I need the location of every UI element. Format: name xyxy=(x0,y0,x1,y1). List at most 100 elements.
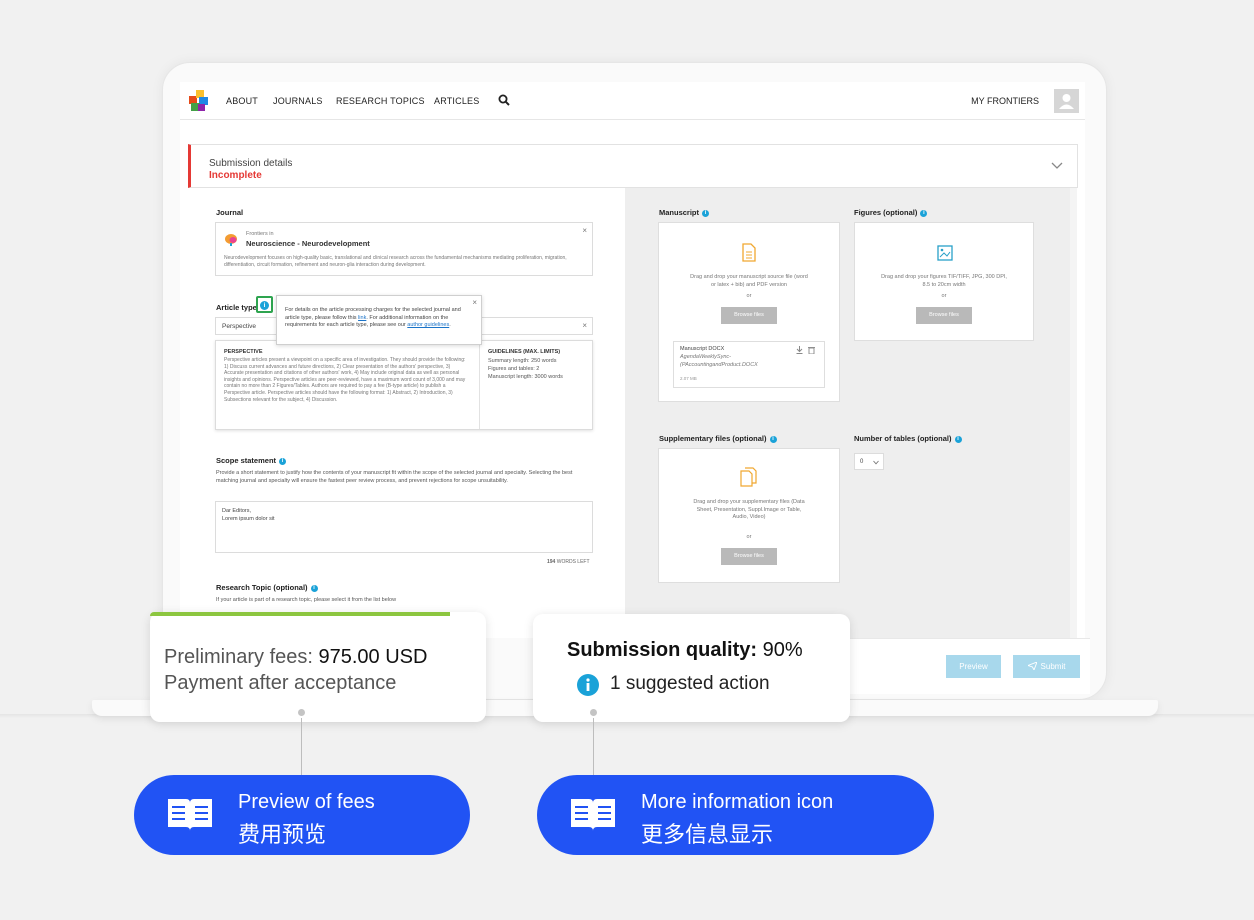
nav-journals[interactable]: JOURNALS xyxy=(273,96,323,106)
figures-browse-button[interactable]: Browse files xyxy=(916,307,972,324)
tooltip-text-part: . xyxy=(449,322,451,328)
tables-value: 0 xyxy=(860,459,864,465)
tooltip-text: For details on the article processing ch… xyxy=(285,307,475,330)
files-icon xyxy=(740,467,757,487)
journal-description: Neurodevelopment focuses on high-quality… xyxy=(224,255,567,268)
info-icon[interactable]: i xyxy=(279,458,287,465)
info-icon[interactable] xyxy=(577,674,599,696)
scope-line2: Lorem ipsum dolor sit xyxy=(222,516,275,522)
info-icon[interactable]: i xyxy=(920,210,928,217)
pill-subtitle: 费用预览 xyxy=(238,823,327,848)
label-pill-info: More information icon 更多信息显示 xyxy=(537,775,934,855)
supplementary-drop-text: Drag and drop your supplementary files (… xyxy=(693,499,805,520)
words-left-count: 194 xyxy=(547,559,556,565)
submission-details-header[interactable]: Submission details Incomplete xyxy=(188,144,1078,188)
book-icon xyxy=(571,799,615,831)
perspective-title: PERSPECTIVE xyxy=(224,349,263,355)
label-pill-fees: Preview of fees 费用预览 xyxy=(134,775,470,855)
nav-articles[interactable]: ARTICLES xyxy=(434,96,479,106)
figures-drop-text: Drag and drop your figures TIF/TIFF, JPG… xyxy=(881,274,1007,288)
tooltip-guidelines-link[interactable]: author guidelines xyxy=(407,322,449,328)
top-nav: ABOUT JOURNALS RESEARCH TOPICS ARTICLES … xyxy=(180,82,1085,120)
avatar[interactable] xyxy=(1054,89,1079,113)
screen: ABOUT JOURNALS RESEARCH TOPICS ARTICLES … xyxy=(180,82,1085,638)
frontiers-logo[interactable] xyxy=(189,90,209,112)
supplementary-label: Supplementary files (optional) i xyxy=(659,434,777,443)
nav-research-topics[interactable]: RESEARCH TOPICS xyxy=(336,96,425,106)
fees-row: Preliminary fees: 975.00 USD xyxy=(164,646,427,669)
search-icon[interactable] xyxy=(498,94,510,106)
figures-dropzone[interactable]: Drag and drop your figures TIF/TIFF, JPG… xyxy=(854,222,1034,341)
figures-label-text: Figures (optional) xyxy=(854,208,918,217)
fees-amount: 975.00 USD xyxy=(318,646,428,668)
words-left: 194 WORDS LEFT xyxy=(547,559,590,565)
pill-subtitle: 更多信息显示 xyxy=(641,823,774,848)
nav-about[interactable]: ABOUT xyxy=(226,96,258,106)
preview-button[interactable]: Preview xyxy=(946,655,1001,678)
tables-label-text: Number of tables (optional) xyxy=(854,434,952,443)
info-icon[interactable]: i xyxy=(702,210,710,217)
download-icon[interactable] xyxy=(796,346,803,354)
nav-my-frontiers[interactable]: MY FRONTIERS xyxy=(971,96,1039,106)
pill-title: Preview of fees xyxy=(238,791,375,813)
submit-button[interactable]: Submit xyxy=(1013,655,1080,678)
guideline-figures: Figures and tables: 2 xyxy=(488,366,540,372)
supplementary-browse-button[interactable]: Browse files xyxy=(721,548,777,565)
send-icon xyxy=(1026,661,1038,672)
scope-label: Scope statement i xyxy=(216,456,287,465)
guideline-manuscript: Manuscript length: 3000 words xyxy=(488,374,563,380)
supplementary-or: or xyxy=(746,534,752,540)
manuscript-or: or xyxy=(746,293,752,299)
file-size: 2.07 MB xyxy=(680,376,697,381)
image-icon xyxy=(937,245,953,261)
tables-select[interactable]: 0 xyxy=(854,453,884,470)
manuscript-dropzone[interactable]: Drag and drop your manuscript source fil… xyxy=(658,222,840,402)
info-icon[interactable]: i xyxy=(260,301,269,310)
info-icon[interactable]: i xyxy=(769,436,777,443)
close-icon[interactable]: × xyxy=(582,226,587,235)
research-topic-label-text: Research Topic (optional) xyxy=(216,583,308,592)
submission-status: Incomplete xyxy=(209,170,262,181)
research-topic-help: If your article is part of a research to… xyxy=(216,597,397,603)
pill-title: More information icon xyxy=(641,791,834,813)
connector-dot xyxy=(296,707,307,718)
quality-label: Submission quality: xyxy=(567,639,758,661)
brain-icon xyxy=(225,234,237,246)
manuscript-browse-button[interactable]: Browse files xyxy=(721,307,777,324)
manuscript-file-item: Manuscript DOCX AgendaWeeklySync-(PAccou… xyxy=(673,341,825,388)
figures-label: Figures (optional) i xyxy=(854,208,928,217)
journal-card[interactable]: Frontiers in Neuroscience - Neurodevelop… xyxy=(215,222,593,276)
manuscript-drop-text: Drag and drop your manuscript source fil… xyxy=(690,274,808,288)
chevron-down-icon[interactable] xyxy=(1051,159,1063,171)
suggested-action[interactable]: 1 suggested action xyxy=(610,673,770,695)
close-icon[interactable]: × xyxy=(582,321,587,330)
tables-label: Number of tables (optional) i xyxy=(854,434,962,443)
journal-label: Journal xyxy=(216,208,244,217)
close-icon[interactable]: × xyxy=(472,298,477,307)
progress-bar xyxy=(150,612,450,616)
figures-or: or xyxy=(941,293,947,299)
perspective-description: Perspective articles present a viewpoint… xyxy=(224,357,466,403)
fees-callout: Preliminary fees: 975.00 USD Payment aft… xyxy=(150,612,486,722)
article-type-description: PERSPECTIVE Perspective articles present… xyxy=(215,340,593,430)
connector-line xyxy=(301,718,302,776)
divider xyxy=(479,341,480,429)
journal-prefix: Frontiers in xyxy=(246,231,274,237)
info-icon[interactable]: i xyxy=(310,585,318,592)
scope-label-text: Scope statement xyxy=(216,456,277,465)
research-topic-label: Research Topic (optional) i xyxy=(216,583,318,592)
file-name: AgendaWeeklySync-(PAccountingandProduct.… xyxy=(680,354,758,368)
quality-value: 90% xyxy=(762,639,803,661)
words-left-label: WORDS LEFT xyxy=(556,559,590,565)
quality-row: Submission quality: 90% xyxy=(567,639,803,662)
info-tooltip: For details on the article processing ch… xyxy=(276,295,482,345)
book-icon xyxy=(168,799,212,831)
article-type-value: Perspective xyxy=(222,323,256,330)
scope-textarea[interactable]: Dar Editors, Lorem ipsum dolor sit xyxy=(215,501,593,553)
scrollbar[interactable] xyxy=(1070,188,1077,638)
fees-note: Payment after acceptance xyxy=(164,672,397,694)
info-icon[interactable]: i xyxy=(954,436,962,443)
trash-icon[interactable] xyxy=(808,346,815,354)
supplementary-label-text: Supplementary files (optional) xyxy=(659,434,767,443)
supplementary-dropzone[interactable]: Drag and drop your supplementary files (… xyxy=(658,448,840,583)
